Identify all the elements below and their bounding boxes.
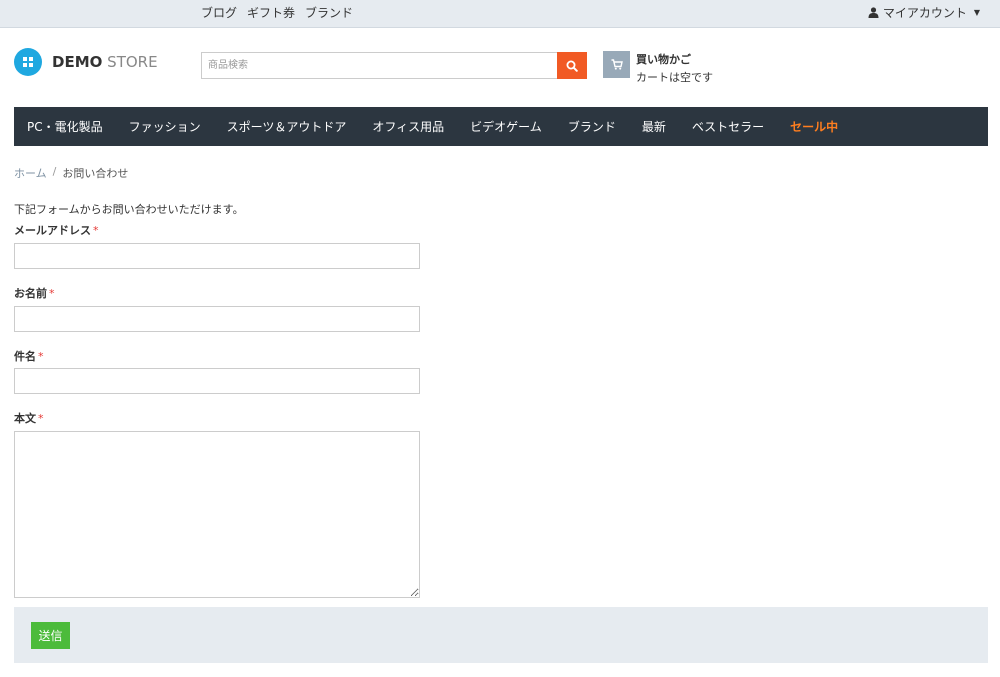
nav-item-sports-outdoor[interactable]: スポーツ＆アウトドア bbox=[227, 118, 347, 135]
main-nav: PC・電化製品 ファッション スポーツ＆アウトドア オフィス用品 ビデオゲーム … bbox=[14, 107, 988, 146]
subject-field[interactable] bbox=[14, 368, 420, 394]
breadcrumb: ホーム / お問い合わせ bbox=[14, 165, 128, 181]
cart-status: カートは空です bbox=[636, 71, 713, 84]
required-mark: * bbox=[93, 224, 99, 237]
form-intro: 下記フォームからお問い合わせいただけます。 bbox=[14, 203, 244, 216]
nav-item-brands[interactable]: ブランド bbox=[568, 118, 616, 135]
store-logo[interactable]: DEMO STORE bbox=[14, 48, 158, 76]
nav-item-video-games[interactable]: ビデオゲーム bbox=[470, 118, 542, 135]
top-links: ブログ ギフト券 ブランド bbox=[201, 0, 353, 24]
email-field[interactable] bbox=[14, 243, 420, 269]
body-label-text: 本文 bbox=[14, 412, 36, 425]
top-link-blog[interactable]: ブログ bbox=[201, 4, 237, 21]
nav-item-sale[interactable]: セール中 bbox=[790, 118, 838, 135]
my-account-menu[interactable]: マイアカウント ▼ bbox=[868, 0, 980, 24]
breadcrumb-current: お問い合わせ bbox=[62, 167, 129, 180]
email-label-text: メールアドレス bbox=[14, 224, 91, 237]
subject-label-text: 件名 bbox=[14, 350, 36, 363]
nav-item-fashion[interactable]: ファッション bbox=[129, 118, 201, 135]
required-mark: * bbox=[38, 350, 44, 363]
search-bar bbox=[201, 52, 587, 79]
cart-widget[interactable]: 買い物かご カートは空です bbox=[603, 51, 713, 85]
breadcrumb-separator: / bbox=[52, 165, 57, 178]
nav-item-newest[interactable]: 最新 bbox=[642, 118, 666, 135]
logo-text-bold: DEMO bbox=[52, 53, 103, 71]
nav-item-bestsellers[interactable]: ベストセラー bbox=[692, 118, 764, 135]
required-mark: * bbox=[49, 287, 55, 300]
name-field[interactable] bbox=[14, 306, 420, 332]
cart-icon bbox=[611, 59, 623, 70]
body-textarea[interactable] bbox=[14, 431, 420, 598]
my-account-label: マイアカウント bbox=[882, 5, 967, 20]
search-icon bbox=[566, 60, 578, 72]
cart-icon-box bbox=[603, 51, 630, 78]
top-bar: ブログ ギフト券 ブランド マイアカウント ▼ bbox=[0, 0, 1000, 28]
name-label: お名前 * bbox=[14, 285, 55, 301]
cart-title: 買い物かご bbox=[636, 53, 691, 66]
submit-button[interactable]: 送信 bbox=[31, 622, 70, 649]
top-link-brands[interactable]: ブランド bbox=[305, 4, 353, 21]
search-input[interactable] bbox=[201, 52, 557, 79]
caret-down-icon: ▼ bbox=[973, 7, 980, 17]
nav-item-office[interactable]: オフィス用品 bbox=[372, 118, 444, 135]
body-label: 本文 * bbox=[14, 410, 44, 426]
subject-label: 件名 * bbox=[14, 348, 44, 364]
nav-item-pc-electronics[interactable]: PC・電化製品 bbox=[27, 118, 103, 135]
user-icon bbox=[868, 6, 879, 18]
logo-icon bbox=[14, 48, 42, 76]
logo-text-light: STORE bbox=[107, 53, 158, 71]
logo-text: DEMO STORE bbox=[52, 53, 158, 71]
name-label-text: お名前 bbox=[14, 287, 47, 300]
search-button[interactable] bbox=[557, 52, 587, 79]
required-mark: * bbox=[38, 412, 44, 425]
breadcrumb-home[interactable]: ホーム bbox=[14, 165, 47, 181]
top-link-gift-card[interactable]: ギフト券 bbox=[247, 4, 295, 21]
submit-area: 送信 bbox=[14, 607, 988, 663]
email-label: メールアドレス * bbox=[14, 222, 99, 238]
cart-info: 買い物かご カートは空です bbox=[636, 51, 713, 85]
